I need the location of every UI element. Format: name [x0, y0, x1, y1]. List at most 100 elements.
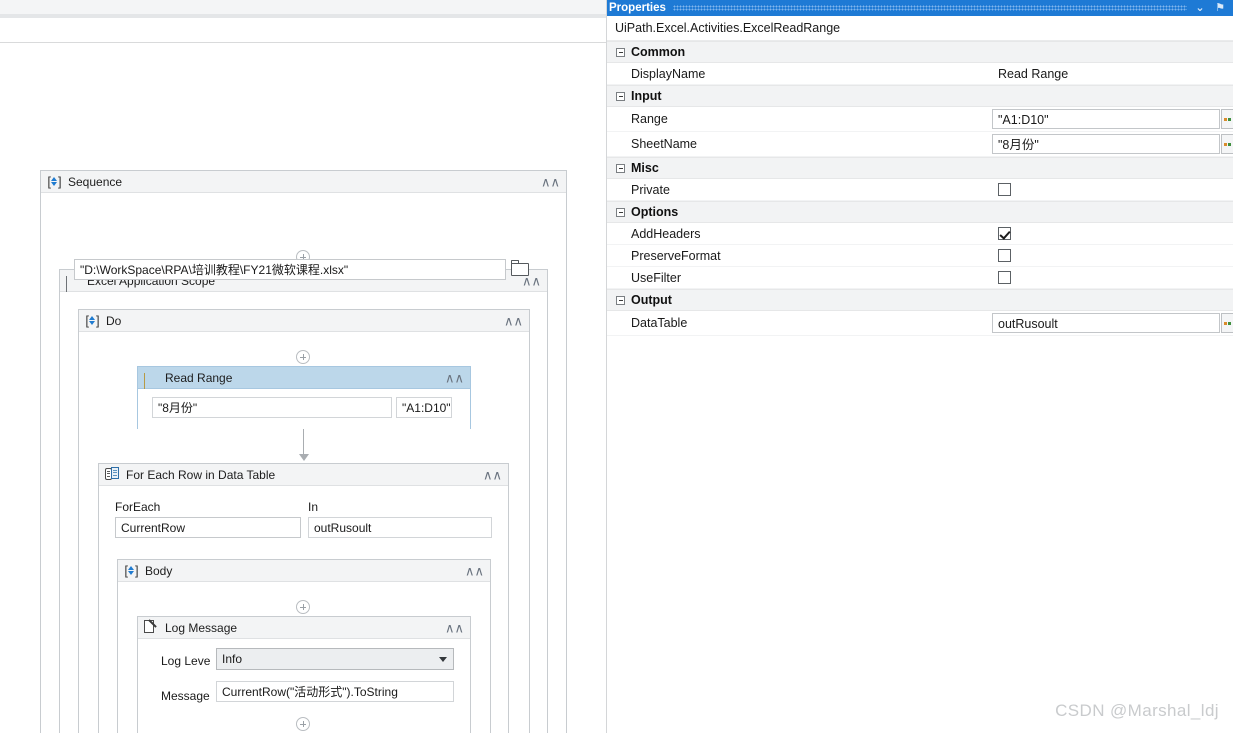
activity-log-message[interactable]: Log Message ∧∧ [137, 616, 471, 733]
ellipsis-button[interactable] [1221, 134, 1233, 154]
range-input[interactable]: "A1:D10" [992, 109, 1220, 129]
sequence-title: Sequence [68, 174, 123, 189]
property-name-cell: DataTable [607, 311, 992, 335]
read-range-range-input[interactable]: "A1:D10" [396, 397, 452, 418]
group-label: Misc [631, 161, 659, 175]
chevron-down-icon[interactable] [439, 657, 447, 662]
in-collection-input[interactable]: outRusoult [308, 517, 492, 538]
group-label: Input [631, 89, 662, 103]
properties-title-bar[interactable]: Properties ⌄ ⚑ [607, 0, 1233, 16]
designer-toolbar-strip [0, 0, 606, 14]
plus-icon[interactable] [296, 350, 310, 364]
designer-canvas[interactable]: [] Sequence ∧∧ Excel Application Scope ∧… [0, 43, 606, 733]
breadcrumb-bar[interactable] [0, 18, 606, 43]
property-row-private[interactable]: Private [607, 179, 1233, 201]
collapse-box-icon[interactable] [616, 163, 625, 173]
connector-arrow-icon [299, 454, 309, 461]
for-each-label: ForEach [115, 500, 161, 514]
chevron-up-icon[interactable]: ∧∧ [445, 371, 464, 384]
log-level-value: Info [222, 652, 243, 666]
do-title: Do [106, 313, 122, 328]
body-header[interactable]: [] Body ∧∧ [118, 560, 490, 582]
log-message-title: Log Message [165, 620, 238, 635]
property-name-cell: SheetName [607, 132, 992, 156]
property-label: AddHeaders [631, 226, 701, 241]
ellipsis-button[interactable] [1221, 313, 1233, 333]
workbook-path-input[interactable]: "D:\WorkSpace\RPA\培训教程\FY21微软课程.xlsx" [74, 259, 506, 280]
property-name-cell: Range [607, 107, 992, 131]
property-group-output[interactable]: Output [607, 289, 1233, 311]
property-row-datatable[interactable]: DataTable outRusoult [607, 311, 1233, 336]
plus-icon[interactable] [296, 717, 310, 731]
property-row-usefilter[interactable]: UseFilter [607, 267, 1233, 289]
for-each-row-title: For Each Row in Data Table [126, 467, 276, 482]
chevron-up-icon[interactable]: ∧∧ [504, 314, 523, 327]
addheaders-checkbox[interactable] [998, 227, 1011, 240]
collapse-box-icon[interactable] [616, 91, 625, 101]
plus-icon[interactable] [296, 600, 310, 614]
property-value-cell[interactable] [992, 245, 1233, 266]
title-bar-grip [673, 5, 1187, 11]
log-message-icon [144, 619, 159, 635]
datatable-input[interactable]: outRusoult [992, 313, 1220, 333]
property-group-options[interactable]: Options [607, 201, 1233, 223]
property-row-preserveformat[interactable]: PreserveFormat [607, 245, 1233, 267]
property-group-misc[interactable]: Misc [607, 157, 1233, 179]
property-group-common[interactable]: Common [607, 41, 1233, 63]
property-label: UseFilter [631, 270, 682, 285]
preserveformat-checkbox[interactable] [998, 249, 1011, 262]
property-label: Private [631, 182, 670, 197]
property-group-input[interactable]: Input [607, 85, 1233, 107]
property-label: DataTable [631, 316, 688, 330]
connector-line [303, 429, 304, 455]
for-each-variable-input[interactable]: CurrentRow [115, 517, 301, 538]
group-label: Output [631, 293, 672, 307]
read-range-sheet-input[interactable]: "8月份" [152, 397, 392, 418]
pin-icon[interactable]: ⚑ [1211, 0, 1229, 16]
property-value-cell[interactable] [992, 223, 1233, 244]
private-checkbox[interactable] [998, 183, 1011, 196]
collapse-box-icon[interactable] [616, 207, 625, 217]
sequence-header[interactable]: [] Sequence ∧∧ [41, 171, 566, 193]
property-name-cell: Private [607, 179, 992, 200]
folder-icon[interactable] [511, 260, 530, 277]
property-label: DisplayName [631, 66, 706, 81]
property-value-cell[interactable]: Read Range [992, 63, 1233, 84]
property-value-cell[interactable]: outRusoult [992, 311, 1233, 335]
property-value-cell[interactable] [992, 179, 1233, 200]
watermark: CSDN @Marshal_ldj [1055, 701, 1219, 720]
log-level-dropdown[interactable]: Info [216, 648, 454, 670]
sequence-icon: [] [85, 313, 100, 328]
sheetname-input[interactable]: "8月份" [992, 134, 1220, 154]
chevron-up-icon[interactable]: ∧∧ [483, 468, 502, 481]
log-message-input[interactable]: CurrentRow("活动形式").ToString [216, 681, 454, 702]
property-value-cell[interactable]: "8月份" [992, 132, 1233, 156]
sequence-icon: [] [124, 563, 139, 578]
chevron-down-icon[interactable]: ⌄ [1191, 0, 1209, 16]
property-label: SheetName [631, 137, 698, 151]
workflow-designer-pane[interactable]: [] Sequence ∧∧ Excel Application Scope ∧… [0, 0, 606, 733]
property-name-cell: AddHeaders [607, 223, 992, 244]
log-message-label: Message [161, 689, 210, 703]
property-value-cell[interactable] [992, 267, 1233, 288]
properties-grid[interactable]: Common DisplayName Read Range Input Rang… [607, 41, 1233, 336]
ellipsis-button[interactable] [1221, 109, 1233, 129]
properties-pane[interactable]: Properties ⌄ ⚑ UiPath.Excel.Activities.E… [606, 0, 1233, 733]
for-each-row-header[interactable]: For Each Row in Data Table ∧∧ [99, 464, 508, 486]
property-row-displayname[interactable]: DisplayName Read Range [607, 63, 1233, 85]
sequence-icon: [] [47, 174, 62, 189]
property-row-addheaders[interactable]: AddHeaders [607, 223, 1233, 245]
chevron-up-icon[interactable]: ∧∧ [541, 175, 560, 188]
do-header[interactable]: [] Do ∧∧ [79, 310, 529, 332]
in-label: In [308, 500, 319, 514]
property-row-sheetname[interactable]: SheetName "8月份" [607, 132, 1233, 157]
property-row-range[interactable]: Range "A1:D10" [607, 107, 1233, 132]
collapse-box-icon[interactable] [616, 47, 625, 57]
log-message-header[interactable]: Log Message ∧∧ [138, 617, 470, 639]
usefilter-checkbox[interactable] [998, 271, 1011, 284]
property-value-cell[interactable]: "A1:D10" [992, 107, 1233, 131]
collapse-box-icon[interactable] [616, 295, 625, 305]
chevron-up-icon[interactable]: ∧∧ [445, 621, 464, 634]
chevron-up-icon[interactable]: ∧∧ [465, 564, 484, 577]
read-range-header[interactable]: Read Range ∧∧ [138, 367, 470, 423]
